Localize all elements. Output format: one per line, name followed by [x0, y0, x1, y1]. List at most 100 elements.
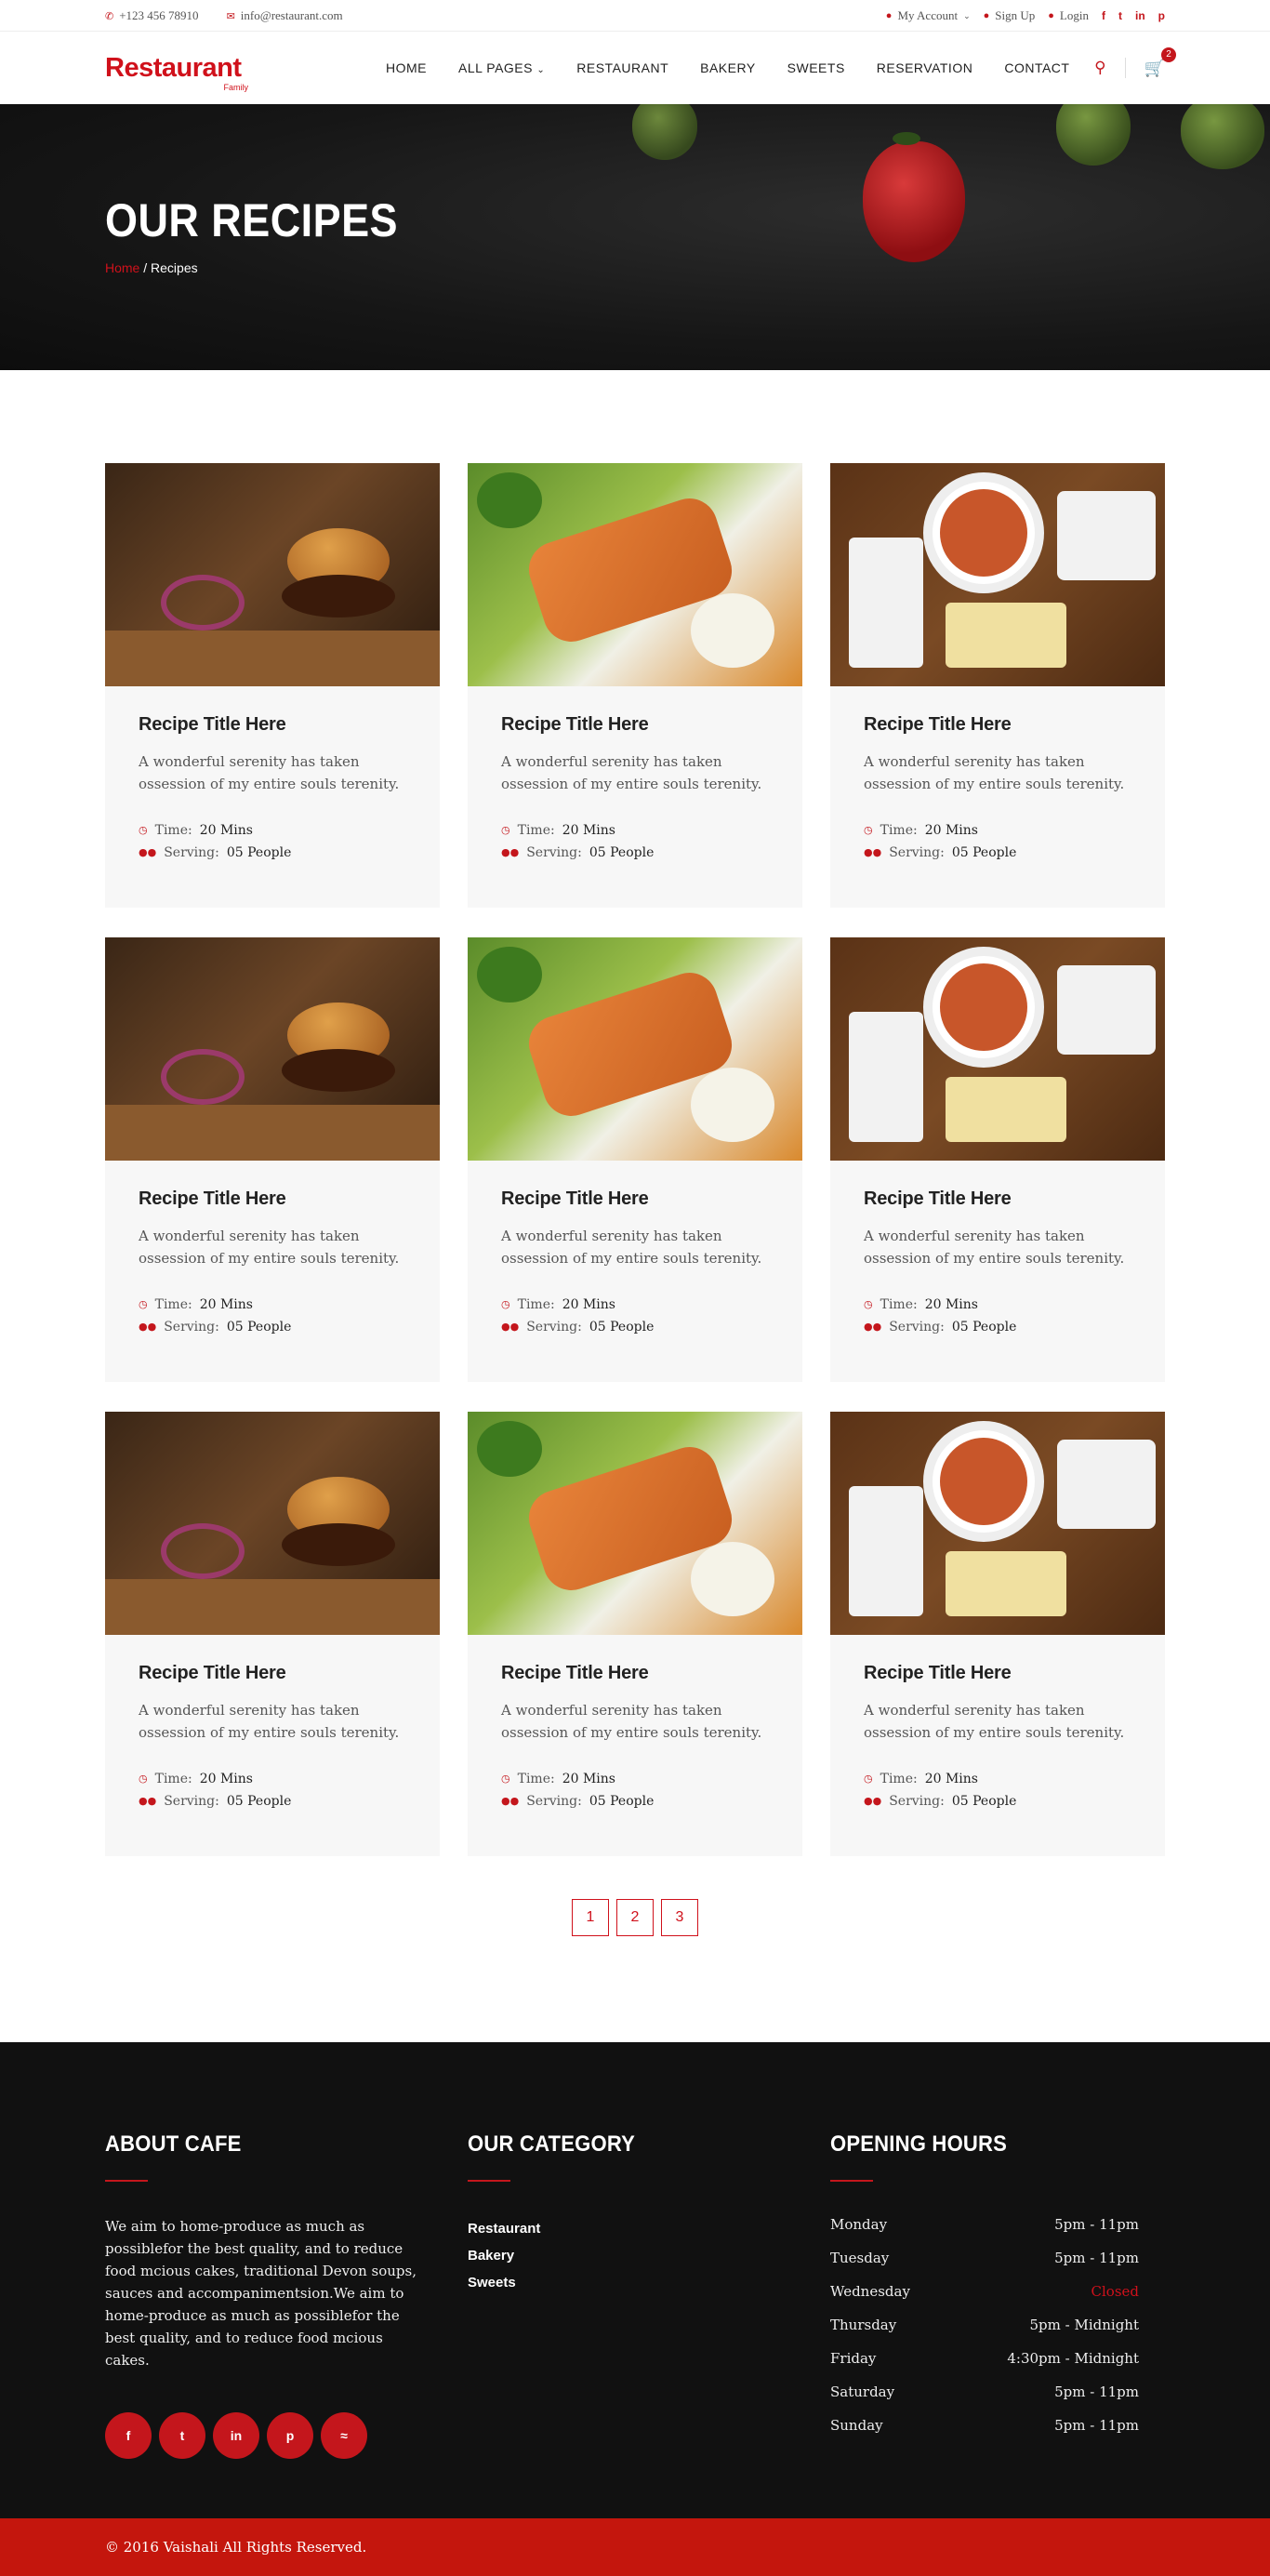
recipe-title[interactable]: Recipe Title Here	[501, 1188, 769, 1210]
page-1-button[interactable]: 1	[572, 1899, 609, 1936]
recipe-time: ◷ Time: 20 Mins	[501, 819, 769, 842]
cauliflower	[691, 1542, 774, 1616]
hours-row: Wednesday Closed	[830, 2275, 1139, 2308]
signup-link[interactable]: ● Sign Up	[984, 8, 1036, 23]
nav-bakery[interactable]: BAKERY	[700, 60, 756, 75]
recipe-image[interactable]	[105, 1412, 440, 1635]
recipe-card[interactable]: Recipe Title Here A wonderful serenity ha…	[830, 937, 1165, 1382]
nav-all-pages[interactable]: ALL PAGES ⌄	[458, 60, 545, 75]
clock-icon: ◷	[139, 1773, 148, 1785]
users-icon: ●●	[864, 846, 882, 858]
nav-home[interactable]: HOME	[386, 60, 427, 75]
cart-button[interactable]: 🛒 2	[1144, 46, 1176, 78]
time-value: 20 Mins	[924, 1297, 978, 1312]
title-underline	[468, 2180, 510, 2182]
onion-slices	[161, 575, 245, 631]
hours-day: Sunday	[830, 2417, 883, 2434]
users-icon: ●●	[501, 1795, 520, 1807]
recipe-image[interactable]	[830, 463, 1165, 686]
salad-plate	[849, 1012, 923, 1142]
nav-reservation[interactable]: RESERVATION	[877, 60, 973, 75]
phone-info[interactable]: ✆ +123 456 78910	[105, 8, 199, 23]
my-account-menu[interactable]: ● My Account ⌄	[886, 8, 971, 23]
linkedin-icon[interactable]: in	[1135, 9, 1145, 22]
burger-patty	[282, 575, 395, 617]
recipe-card[interactable]: Recipe Title Here A wonderful serenity ha…	[105, 463, 440, 908]
recipe-description: A wonderful serenity has taken ossession…	[139, 1228, 400, 1267]
breadcrumb: Home / Recipes	[105, 260, 1165, 275]
recipe-card[interactable]: Recipe Title Here A wonderful serenity ha…	[468, 937, 802, 1382]
twitter-icon[interactable]: t	[1118, 9, 1122, 22]
twitter-icon[interactable]: t	[159, 2412, 205, 2459]
nav-contact[interactable]: CONTACT	[1004, 60, 1069, 75]
page-3-button[interactable]: 3	[661, 1899, 698, 1936]
recipe-image[interactable]	[468, 463, 802, 686]
serving-label: Serving:	[526, 1794, 582, 1809]
page-2-button[interactable]: 2	[616, 1899, 654, 1936]
hours-day: Wednesday	[830, 2283, 910, 2300]
recipe-image[interactable]	[830, 1412, 1165, 1635]
time-value: 20 Mins	[199, 823, 253, 838]
signup-label: Sign Up	[995, 8, 1036, 22]
hours-time: 5pm - Midnight	[1029, 2317, 1139, 2333]
salad-plate	[849, 1486, 923, 1616]
recipe-description: A wonderful serenity has taken ossession…	[139, 753, 400, 792]
facebook-icon[interactable]: f	[1102, 9, 1105, 22]
recipe-image[interactable]	[468, 1412, 802, 1635]
users-icon: ●●	[501, 846, 520, 858]
nav-restaurant[interactable]: RESTAURANT	[576, 60, 668, 75]
category-link-sweets[interactable]: Sweets	[468, 2269, 830, 2296]
recipe-card[interactable]: Recipe Title Here A wonderful serenity ha…	[830, 1412, 1165, 1856]
hours-title: OPENING HOURS	[830, 2131, 1008, 2157]
time-value: 20 Mins	[562, 1297, 615, 1312]
recipe-card[interactable]: Recipe Title Here A wonderful serenity ha…	[830, 463, 1165, 908]
logo-name: Restaurant	[105, 52, 242, 83]
phone-text: +123 456 78910	[119, 8, 199, 22]
recipe-image[interactable]	[468, 937, 802, 1161]
pinterest-icon[interactable]: p	[267, 2412, 313, 2459]
wooden-board	[105, 631, 440, 686]
nav-sweets[interactable]: SWEETS	[787, 60, 845, 75]
rss-icon[interactable]: ≈	[321, 2412, 367, 2459]
recipe-card[interactable]: Recipe Title Here A wonderful serenity ha…	[105, 937, 440, 1382]
recipe-title[interactable]: Recipe Title Here	[139, 714, 406, 736]
logo[interactable]: Restaurant Family	[105, 52, 291, 92]
serving-value: 05 People	[226, 1320, 292, 1334]
recipe-card[interactable]: Recipe Title Here A wonderful serenity ha…	[468, 1412, 802, 1856]
recipe-card[interactable]: Recipe Title Here A wonderful serenity ha…	[468, 463, 802, 908]
breadcrumb-home[interactable]: Home	[105, 260, 139, 275]
hours-row: Tuesday 5pm - 11pm	[830, 2241, 1139, 2275]
recipe-card[interactable]: Recipe Title Here A wonderful serenity ha…	[105, 1412, 440, 1856]
recipe-title[interactable]: Recipe Title Here	[864, 714, 1131, 736]
recipe-title[interactable]: Recipe Title Here	[139, 1188, 406, 1210]
pinterest-icon[interactable]: p	[1158, 9, 1165, 22]
recipe-image[interactable]	[105, 937, 440, 1161]
chevron-down-icon: ⌄	[963, 10, 971, 20]
email-info[interactable]: ✉ info@restaurant.com	[227, 8, 343, 23]
login-link[interactable]: ● Login	[1048, 8, 1089, 23]
recipe-title[interactable]: Recipe Title Here	[864, 1663, 1131, 1684]
breadcrumb-current: / Recipes	[143, 260, 198, 275]
recipe-title[interactable]: Recipe Title Here	[501, 714, 769, 736]
page-title: OUR RECIPES	[105, 194, 399, 246]
recipe-image[interactable]	[105, 463, 440, 686]
category-link-bakery[interactable]: Bakery	[468, 2242, 830, 2269]
serving-label: Serving:	[164, 1794, 219, 1809]
recipe-title[interactable]: Recipe Title Here	[139, 1663, 406, 1684]
users-icon: ●●	[139, 846, 157, 858]
chevron-down-icon: ⌄	[536, 65, 546, 75]
footer-categories: OUR CATEGORY Restaurant Bakery Sweets	[468, 2131, 830, 2459]
category-link-restaurant[interactable]: Restaurant	[468, 2215, 830, 2242]
recipe-image[interactable]	[830, 937, 1165, 1161]
email-text: info@restaurant.com	[240, 8, 343, 22]
search-icon[interactable]: ⚲	[1094, 59, 1105, 77]
hours-time: 4:30pm - Midnight	[1007, 2350, 1139, 2367]
recipe-title[interactable]: Recipe Title Here	[864, 1188, 1131, 1210]
users-icon: ●●	[139, 1795, 157, 1807]
linkedin-icon[interactable]: in	[213, 2412, 259, 2459]
serving-label: Serving:	[889, 1320, 945, 1334]
nav-all-pages-label: ALL PAGES	[458, 60, 533, 75]
pagination: 1 2 3	[105, 1899, 1165, 1936]
recipe-title[interactable]: Recipe Title Here	[501, 1663, 769, 1684]
facebook-icon[interactable]: f	[105, 2412, 152, 2459]
